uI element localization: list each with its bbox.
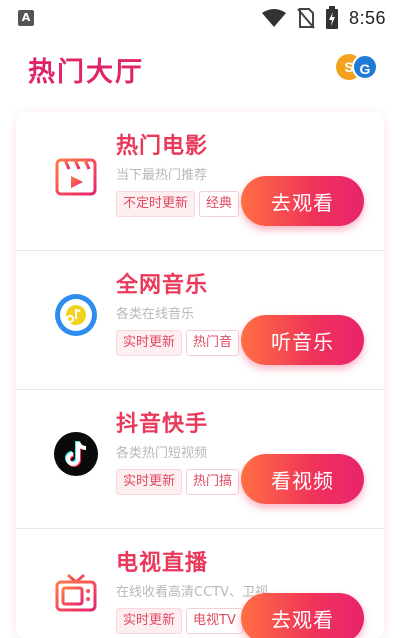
film-clapper-icon xyxy=(55,158,97,196)
watch-videos-button[interactable]: 看视频 xyxy=(241,454,364,504)
status-icons: 8:56 xyxy=(261,6,386,30)
item-tags: 不定时更新 经典 xyxy=(116,191,256,217)
tag: 实时更新 xyxy=(116,469,183,495)
tv-icon xyxy=(55,573,97,612)
logo-g: G xyxy=(352,54,378,80)
item-description: 在线收看高清CCTV、卫视 xyxy=(116,585,268,600)
tag: 不定时更新 xyxy=(116,191,196,217)
item-description: 各类在线音乐 xyxy=(116,307,195,322)
tag: 电视TV xyxy=(186,608,243,634)
item-title: 电视直播 xyxy=(116,551,209,576)
status-bar: A 8:56 xyxy=(0,0,400,36)
tag: 热门搞 xyxy=(186,469,240,495)
tag: 热门音 xyxy=(186,330,240,356)
watch-tv-button[interactable]: 去观看 xyxy=(241,593,364,638)
tag: 实时更新 xyxy=(116,608,183,634)
app-logo[interactable]: S G xyxy=(336,50,384,86)
tag: 经典 xyxy=(199,191,240,217)
item-title: 抖音快手 xyxy=(116,412,209,437)
item-description: 各类热门短视频 xyxy=(116,446,208,461)
item-title: 热门电影 xyxy=(116,134,209,159)
list-item-live-tv[interactable]: 电视直播 在线收看高清CCTV、卫视 实时更新 电视TV 去观看 xyxy=(16,529,384,638)
app-header: 热门大厅 S G xyxy=(0,36,400,106)
clock: 8:56 xyxy=(348,7,386,28)
item-tags: 实时更新 热门搞 xyxy=(116,469,256,495)
watch-movies-button[interactable]: 去观看 xyxy=(241,176,364,226)
category-list: 热门电影 当下最热门推荐 不定时更新 经典 去观看 全网音乐 各类在线音乐 实时更… xyxy=(16,112,384,638)
no-sim-icon xyxy=(297,8,315,29)
item-tags: 实时更新 电视TV xyxy=(116,608,256,634)
tag: 实时更新 xyxy=(116,330,183,356)
page-title: 热门大厅 xyxy=(28,57,144,88)
item-title: 全网音乐 xyxy=(116,273,209,298)
music-disc-icon xyxy=(55,294,97,336)
listen-music-button[interactable]: 听音乐 xyxy=(241,315,364,365)
list-item-movies[interactable]: 热门电影 当下最热门推荐 不定时更新 经典 去观看 xyxy=(16,112,384,251)
notification-app-icon: A xyxy=(18,10,34,26)
wifi-icon xyxy=(261,9,286,27)
tiktok-icon xyxy=(54,432,98,476)
item-tags: 实时更新 热门音 xyxy=(116,330,256,356)
battery-charging-icon xyxy=(325,6,338,29)
list-item-music[interactable]: 全网音乐 各类在线音乐 实时更新 热门音 听音乐 xyxy=(16,251,384,390)
list-item-short-videos[interactable]: 抖音快手 各类热门短视频 实时更新 热门搞 看视频 xyxy=(16,390,384,529)
item-description: 当下最热门推荐 xyxy=(116,168,208,183)
